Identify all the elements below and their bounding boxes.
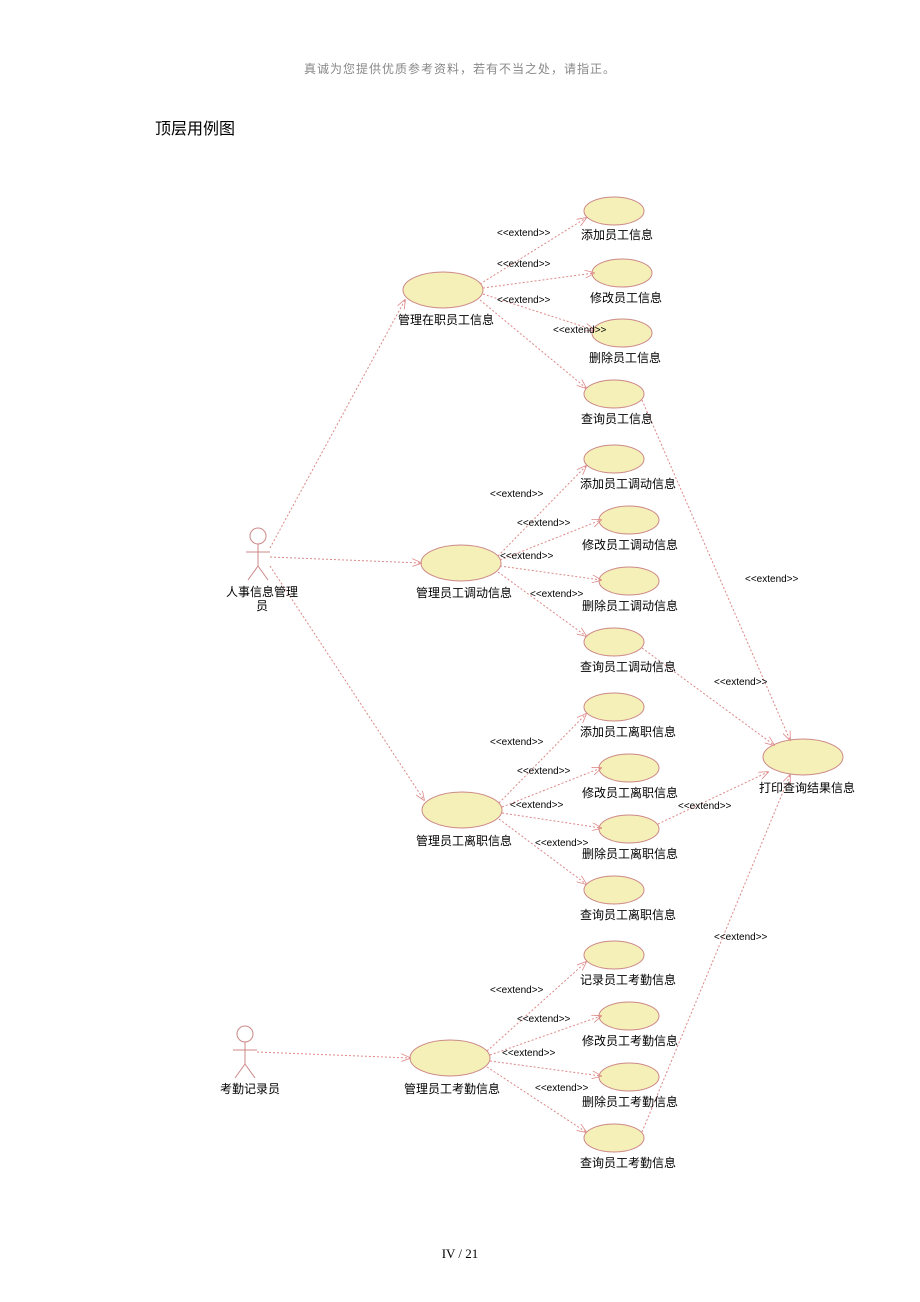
extend-g3-1: <<extend>> bbox=[490, 737, 543, 748]
actor-att-label: 考勤记录员 bbox=[215, 1082, 285, 1096]
extend-g3-4: <<extend>> bbox=[535, 838, 588, 849]
label-del-att: 删除员工考勤信息 bbox=[582, 1093, 678, 1110]
actor-att-icon bbox=[233, 1026, 257, 1078]
uc-mod-leave bbox=[599, 754, 659, 782]
label-add-leave: 添加员工离职信息 bbox=[580, 723, 676, 740]
uc-query-leave bbox=[584, 876, 644, 904]
uc-mod-transfer bbox=[599, 506, 659, 534]
uc-add-transfer bbox=[584, 445, 644, 473]
label-record-att: 记录员工考勤信息 bbox=[580, 971, 676, 988]
extend-g3-3: <<extend>> bbox=[510, 800, 563, 811]
uc-add-leave bbox=[584, 693, 644, 721]
extend-g4-1: <<extend>> bbox=[490, 985, 543, 996]
uc-mod-emp bbox=[592, 259, 652, 287]
uc-print bbox=[763, 739, 843, 775]
uc-query-att bbox=[584, 1124, 644, 1152]
uc-del-leave bbox=[599, 815, 659, 843]
label-add-emp: 添加员工信息 bbox=[581, 226, 653, 243]
uc-mod-att bbox=[599, 1002, 659, 1030]
extend-g2-2: <<extend>> bbox=[517, 518, 570, 529]
extend-g4-4: <<extend>> bbox=[535, 1083, 588, 1094]
uc-manage-emp bbox=[403, 272, 483, 308]
label-query-att: 查询员工考勤信息 bbox=[580, 1154, 676, 1171]
use-case-diagram bbox=[0, 0, 920, 1302]
label-query-emp: 查询员工信息 bbox=[581, 410, 653, 427]
label-manage-att: 管理员工考勤信息 bbox=[404, 1080, 500, 1097]
label-mod-emp: 修改员工信息 bbox=[590, 289, 662, 306]
uc-manage-leave bbox=[422, 792, 502, 828]
extend-g1-2: <<extend>> bbox=[497, 259, 550, 270]
extend-g4-2: <<extend>> bbox=[517, 1014, 570, 1025]
label-query-transfer: 查询员工调动信息 bbox=[580, 658, 676, 675]
uc-record-att bbox=[584, 941, 644, 969]
label-del-leave: 删除员工离职信息 bbox=[582, 845, 678, 862]
extend-print-1: <<extend>> bbox=[745, 574, 798, 585]
extend-g4-3: <<extend>> bbox=[502, 1048, 555, 1059]
extend-print-4: <<extend>> bbox=[714, 932, 767, 943]
uc-del-transfer bbox=[599, 567, 659, 595]
label-manage-leave: 管理员工离职信息 bbox=[416, 832, 512, 849]
uc-query-transfer bbox=[584, 628, 644, 656]
extend-g1-3: <<extend>> bbox=[497, 295, 550, 306]
uc-del-att bbox=[599, 1063, 659, 1091]
extend-print-3: <<extend>> bbox=[678, 801, 731, 812]
label-mod-leave: 修改员工离职信息 bbox=[582, 784, 678, 801]
label-mod-att: 修改员工考勤信息 bbox=[582, 1032, 678, 1049]
actor-hr-label: 人事信息管理员 bbox=[222, 585, 302, 614]
uc-query-emp bbox=[584, 380, 644, 408]
extend-print-2: <<extend>> bbox=[714, 677, 767, 688]
extend-g3-2: <<extend>> bbox=[517, 766, 570, 777]
label-del-transfer: 删除员工调动信息 bbox=[582, 597, 678, 614]
actor-hr-icon bbox=[246, 528, 270, 580]
label-manage-transfer: 管理员工调动信息 bbox=[416, 584, 512, 601]
label-manage-emp: 管理在职员工信息 bbox=[398, 311, 494, 328]
uc-manage-att bbox=[410, 1040, 490, 1076]
label-add-transfer: 添加员工调动信息 bbox=[580, 475, 676, 492]
label-print: 打印查询结果信息 bbox=[759, 779, 855, 796]
extend-g1-1: <<extend>> bbox=[497, 228, 550, 239]
uc-add-emp bbox=[584, 197, 644, 225]
extend-g2-1: <<extend>> bbox=[490, 489, 543, 500]
extend-g1-4: <<extend>> bbox=[553, 325, 606, 336]
extend-g2-4: <<extend>> bbox=[530, 589, 583, 600]
label-query-leave: 查询员工离职信息 bbox=[580, 906, 676, 923]
uc-manage-transfer bbox=[421, 545, 501, 581]
label-mod-transfer: 修改员工调动信息 bbox=[582, 536, 678, 553]
extend-g2-3: <<extend>> bbox=[500, 551, 553, 562]
label-del-emp: 删除员工信息 bbox=[589, 349, 661, 366]
